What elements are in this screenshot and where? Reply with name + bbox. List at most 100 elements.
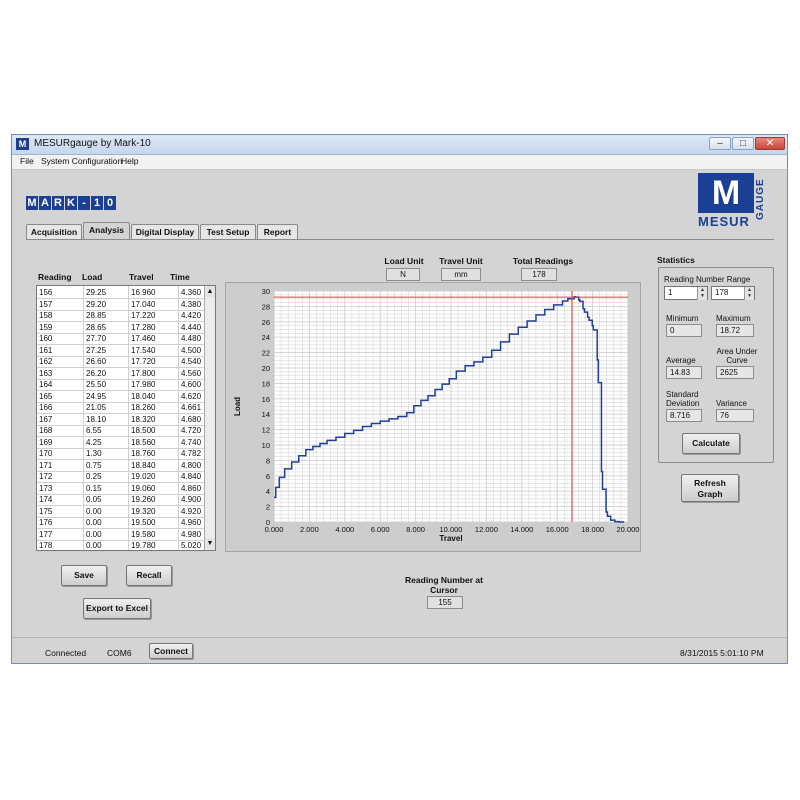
table-row[interactable]: 165 24.95 18.040 4.620 bbox=[37, 391, 206, 403]
table-row[interactable]: 167 18.10 18.320 4.680 bbox=[37, 414, 206, 426]
calculate-button[interactable]: Calculate bbox=[682, 433, 740, 454]
table-row[interactable]: 156 29.25 16.960 4.360 bbox=[37, 287, 206, 300]
table-cell: 25.50 bbox=[86, 380, 107, 389]
spin-arrows-icon[interactable]: ▲ ▼ bbox=[697, 287, 707, 300]
tab-acquisition[interactable]: Acquisition bbox=[26, 224, 82, 239]
scroll-up-arrow-icon[interactable]: ▲ bbox=[205, 286, 215, 297]
date-time: 8/31/2015 5:01:10 PM bbox=[680, 648, 764, 658]
table-cell: 17.280 bbox=[131, 322, 156, 332]
table-cell: 170 bbox=[39, 449, 53, 458]
table-cell: 174 bbox=[39, 495, 53, 504]
load-travel-chart[interactable]: 0246810121416182022242628300.000 2.000 4.0… bbox=[226, 283, 640, 551]
range-from-input[interactable]: 1 ▲ ▼ bbox=[664, 286, 708, 300]
table-row[interactable]: 173 0.15 19.060 4.860 bbox=[37, 483, 206, 495]
table-row[interactable]: 176 0.00 19.500 4.960 bbox=[37, 517, 206, 530]
y-tick-label: 28 bbox=[262, 302, 270, 311]
table-row[interactable]: 162 26.60 17.720 4.540 bbox=[37, 356, 206, 369]
title-bar[interactable]: M MESURgauge by Mark-10 – □ ✕ bbox=[12, 135, 787, 155]
table-cell: 18.840 bbox=[131, 460, 156, 470]
table-cell: 4.420 bbox=[181, 311, 202, 320]
table-row[interactable]: 174 0.05 19.260 4.900 bbox=[37, 494, 206, 507]
refresh-graph-button[interactable]: Refresh Graph bbox=[681, 474, 739, 502]
table-cell: 4.480 bbox=[181, 334, 202, 343]
menu-file[interactable]: File bbox=[20, 156, 34, 166]
x-tick-label: 16.000 bbox=[546, 525, 569, 534]
table-row[interactable]: 175 0.00 19.320 4.920 bbox=[37, 506, 206, 518]
travel-unit-value: mm bbox=[441, 268, 481, 281]
reading-at-cursor-value: 155 bbox=[427, 596, 463, 609]
table-row[interactable]: 164 25.50 17.980 4.600 bbox=[37, 379, 206, 392]
table-row[interactable]: 172 0.25 19.020 4.840 bbox=[37, 471, 206, 484]
table-cell: 158 bbox=[39, 311, 53, 320]
close-button[interactable]: ✕ bbox=[755, 137, 785, 150]
range-to-input[interactable]: 178 ▲ ▼ bbox=[711, 286, 755, 300]
table-cell: 17.460 bbox=[131, 334, 156, 343]
table-cell: 5.020 bbox=[181, 541, 202, 550]
tab-analysis[interactable]: Analysis bbox=[83, 222, 130, 240]
table-row[interactable]: 160 27.70 17.460 4.480 bbox=[37, 333, 206, 346]
table-cell: 19.780 bbox=[131, 541, 156, 550]
y-tick-label: 16 bbox=[262, 395, 270, 404]
table-row[interactable]: 170 1.30 18.760 4.782 bbox=[37, 448, 206, 461]
table-cell: 178 bbox=[39, 541, 53, 550]
area-under-curve-value: 2625 bbox=[716, 366, 754, 379]
table-row[interactable]: 161 27.25 17.540 4.500 bbox=[37, 345, 206, 357]
tab-digital-display[interactable]: Digital Display bbox=[131, 224, 199, 239]
table-cell: 17.220 bbox=[131, 311, 156, 320]
total-readings-value: 178 bbox=[521, 268, 557, 281]
mark10-logo: MARK-10 bbox=[26, 196, 116, 211]
tab-divider bbox=[26, 239, 774, 240]
recall-button[interactable]: Recall bbox=[126, 565, 172, 586]
column-header-travel: Travel bbox=[129, 272, 154, 282]
table-row[interactable]: 168 6.55 18.500 4.720 bbox=[37, 425, 206, 438]
spin-arrows-icon[interactable]: ▲ ▼ bbox=[744, 287, 754, 300]
table-row[interactable]: 163 26.20 17.800 4.560 bbox=[37, 368, 206, 380]
table-cell: 17.800 bbox=[131, 368, 156, 378]
table-cell: 167 bbox=[39, 414, 53, 424]
table-row[interactable]: 157 29.20 17.040 4.380 bbox=[37, 299, 206, 311]
table-cell: 4.500 bbox=[181, 345, 202, 355]
standard-deviation-value: 8.716 bbox=[666, 409, 702, 422]
y-axis-label: Load bbox=[233, 397, 242, 416]
table-cell: 172 bbox=[39, 472, 53, 481]
table-scrollbar[interactable]: ▲ ▼ bbox=[204, 286, 215, 550]
table-cell: 18.040 bbox=[131, 391, 156, 401]
menu-system-configuration[interactable]: System Configuration bbox=[41, 156, 122, 166]
y-tick-label: 12 bbox=[262, 426, 270, 435]
readings-table[interactable]: 156 29.25 16.960 4.360 157 29.20 17.040 4.380 15… bbox=[36, 285, 216, 553]
table-cell: 0.25 bbox=[86, 472, 102, 481]
travel-unit-label: Travel Unit bbox=[439, 256, 483, 266]
maximize-button[interactable]: □ bbox=[732, 137, 754, 150]
table-cell: 19.500 bbox=[131, 518, 156, 527]
table-row[interactable]: 166 21.05 18.260 4.661 bbox=[37, 402, 206, 415]
table-row[interactable]: 159 28.65 17.280 4.440 bbox=[37, 322, 206, 334]
table-row[interactable]: 171 0.75 18.840 4.800 bbox=[37, 460, 206, 472]
table-cell: 18.760 bbox=[131, 449, 156, 458]
tab-test-setup[interactable]: Test Setup bbox=[200, 224, 256, 239]
table-cell: 4.960 bbox=[181, 518, 202, 527]
table-cell: 4.740 bbox=[181, 437, 202, 447]
save-button[interactable]: Save bbox=[61, 565, 107, 586]
mesurgauge-logo: M GAUGE MESUR bbox=[698, 173, 766, 229]
table-row[interactable]: 177 0.00 19.580 4.980 bbox=[37, 529, 206, 541]
table-row[interactable]: 178 0.00 19.780 5.020 bbox=[37, 540, 206, 553]
area-under-curve-label: Area Under Curve bbox=[716, 347, 758, 365]
scroll-down-arrow-icon[interactable]: ▼ bbox=[205, 538, 215, 549]
export-to-excel-button[interactable]: Export to Excel bbox=[83, 598, 151, 619]
connect-button[interactable]: Connect bbox=[149, 643, 193, 659]
table-cell: 160 bbox=[39, 334, 53, 343]
window-title: MESURgauge by Mark-10 bbox=[34, 138, 151, 149]
table-row[interactable]: 169 4.25 18.560 4.740 bbox=[37, 437, 206, 449]
table-cell: 175 bbox=[39, 506, 53, 516]
table-cell: 4.680 bbox=[181, 414, 202, 424]
tab-report[interactable]: Report bbox=[257, 224, 298, 239]
menu-help[interactable]: Help bbox=[121, 156, 138, 166]
minimize-button[interactable]: – bbox=[709, 137, 731, 150]
table-cell: 156 bbox=[39, 288, 53, 297]
table-row[interactable]: 158 28.85 17.220 4.420 bbox=[37, 310, 206, 323]
y-tick-label: 2 bbox=[266, 503, 270, 512]
table-cell: 171 bbox=[39, 460, 53, 470]
table-cell: 18.560 bbox=[131, 437, 156, 447]
x-tick-label: 6.000 bbox=[371, 525, 390, 534]
status-bar: Connected COM6 Connect 8/31/2015 5:01:10… bbox=[12, 637, 787, 664]
